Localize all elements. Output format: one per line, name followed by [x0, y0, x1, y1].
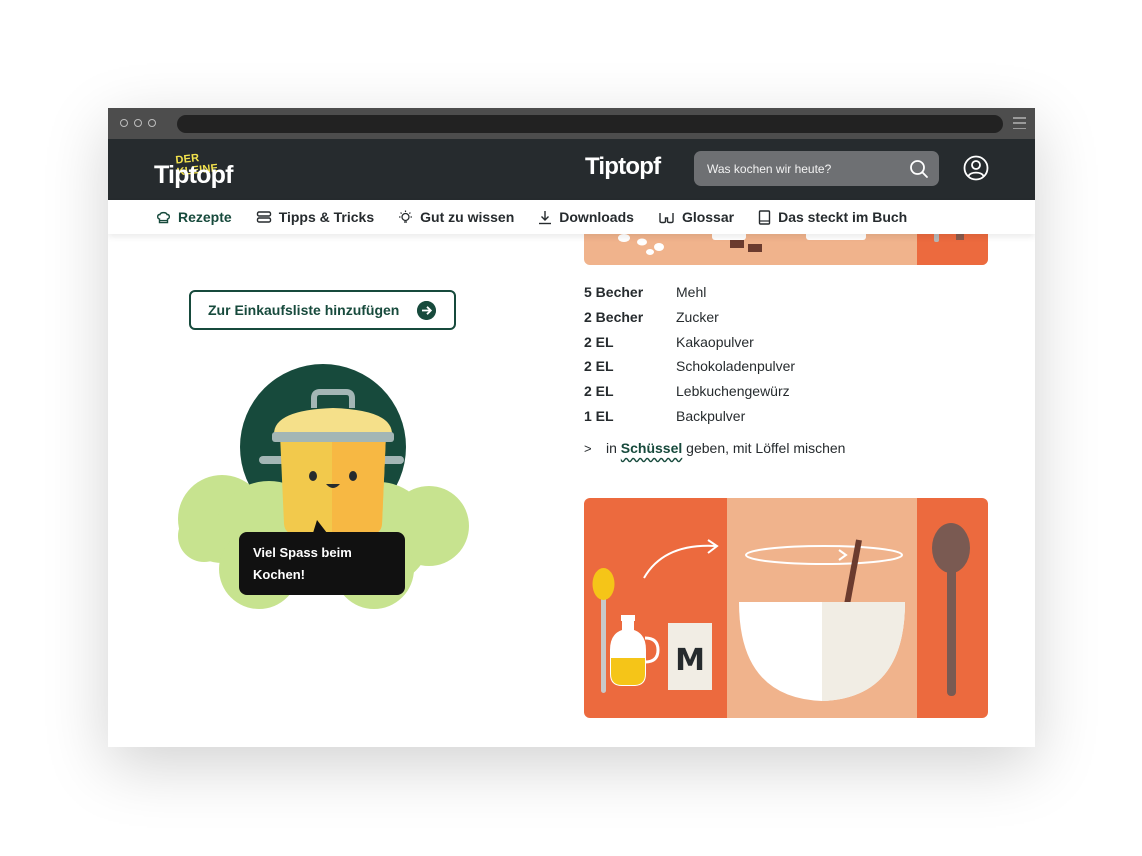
ingredient-row: 2 Becher Zucker	[584, 305, 795, 330]
ingredient-quantity: 2 EL	[584, 333, 614, 350]
search-input[interactable]	[694, 151, 904, 186]
ingredient-quantity: 2 EL	[584, 383, 614, 400]
window-dot-icon[interactable]	[148, 119, 156, 127]
nav-item-tipps-tricks[interactable]: Tipps & Tricks	[256, 209, 374, 225]
mixing-step-illustration: M	[584, 498, 988, 718]
glossary-link-schuessel[interactable]: Schüssel	[621, 440, 682, 456]
search-box	[694, 151, 939, 186]
recipe-step: > in Schüssel geben, mit Löffel mischen	[584, 440, 845, 456]
tips-stack-icon	[256, 211, 271, 223]
nav-item-label: Glossar	[681, 209, 735, 225]
ingredient-name: Lebkuchengewürz	[676, 383, 790, 400]
ingredient-row: 5 Becher Mehl	[584, 280, 795, 305]
ingredient-name: Backpulver	[676, 407, 746, 424]
browser-menu-icon[interactable]	[1013, 117, 1026, 129]
book-icon	[758, 209, 771, 225]
lightbulb-icon	[399, 210, 413, 223]
window-dot-icon[interactable]	[134, 119, 142, 127]
ingredient-quantity: 2 Becher	[584, 309, 644, 326]
browser-chrome	[108, 108, 1035, 139]
ingredient-name: Zucker	[676, 309, 719, 326]
download-icon	[539, 210, 552, 224]
step-text-prefix: in	[606, 440, 617, 456]
ingredient-row: 1 EL Backpulver	[584, 403, 795, 428]
ingredient-quantity: 2 EL	[584, 358, 614, 375]
chef-hat-icon	[156, 211, 171, 223]
nav-item-label: Downloads	[559, 209, 634, 225]
nav-item-label: Tipps & Tricks	[278, 209, 375, 225]
nav-item-label: Rezepte	[178, 209, 232, 225]
step-marker: >	[584, 440, 592, 456]
nav-item-label: Das steckt im Buch	[778, 209, 908, 225]
nav-item-gut-zu-wissen[interactable]: Gut zu wissen	[398, 209, 514, 225]
logo-wordmark: Tiptopf	[154, 161, 233, 189]
main-navigation: Rezepte Tipps & Tricks Gut zu wissen Dow…	[108, 200, 1035, 234]
ingredient-row: 2 EL Kakaopulver	[584, 329, 795, 354]
ingredient-name: Mehl	[676, 284, 707, 301]
arrow-right-circle-icon	[417, 301, 436, 320]
window-dot-icon[interactable]	[120, 119, 128, 127]
ingredient-quantity: 1 EL	[584, 407, 614, 424]
nav-item-glossar[interactable]: Glossar	[658, 209, 734, 225]
nav-item-das-steckt-im-buch[interactable]: Das steckt im Buch	[758, 209, 907, 225]
ingredient-row: 2 EL Lebkuchengewürz	[584, 379, 795, 404]
tiptopf-center-logo[interactable]: Tiptopf	[585, 153, 661, 181]
window-controls	[120, 119, 156, 127]
recipe-content: Zur Einkaufsliste hinzufügen Viel Spass …	[108, 228, 1035, 747]
search-icon[interactable]	[908, 158, 930, 180]
ingredient-name: Schokoladenpulver	[676, 358, 796, 375]
add-to-shopping-list-button[interactable]: Zur Einkaufsliste hinzufügen	[189, 290, 456, 330]
nav-item-label: Gut zu wissen	[420, 209, 515, 225]
jar-letter-label: M	[675, 643, 705, 678]
page-background: DER KLEINE Tiptopf Tiptopf Rezepte	[0, 0, 1142, 856]
der-kleine-tiptopf-logo[interactable]: DER KLEINE Tiptopf	[154, 151, 244, 189]
ingredient-quantity: 5 Becher	[584, 284, 644, 301]
address-bar[interactable]	[177, 115, 1003, 133]
ingredient-list: 5 Becher Mehl 2 Becher Zucker 2 EL Kakao…	[584, 280, 795, 428]
speech-bubble: Viel Spass beim Kochen!	[239, 520, 405, 595]
nav-item-downloads[interactable]: Downloads	[538, 209, 634, 225]
step-text-suffix: geben, mit Löffel mischen	[686, 440, 846, 456]
user-account-icon[interactable]	[963, 155, 989, 181]
browser-window: DER KLEINE Tiptopf Tiptopf Rezepte	[108, 108, 1035, 747]
glasses-icon	[659, 213, 674, 224]
ingredient-name: Kakaopulver	[676, 333, 754, 350]
add-to-shopping-list-label: Zur Einkaufsliste hinzufügen	[208, 302, 400, 318]
ingredient-row: 2 EL Schokoladenpulver	[584, 354, 795, 379]
nav-item-rezepte[interactable]: Rezepte	[156, 209, 232, 225]
site-header: DER KLEINE Tiptopf Tiptopf	[108, 139, 1035, 200]
